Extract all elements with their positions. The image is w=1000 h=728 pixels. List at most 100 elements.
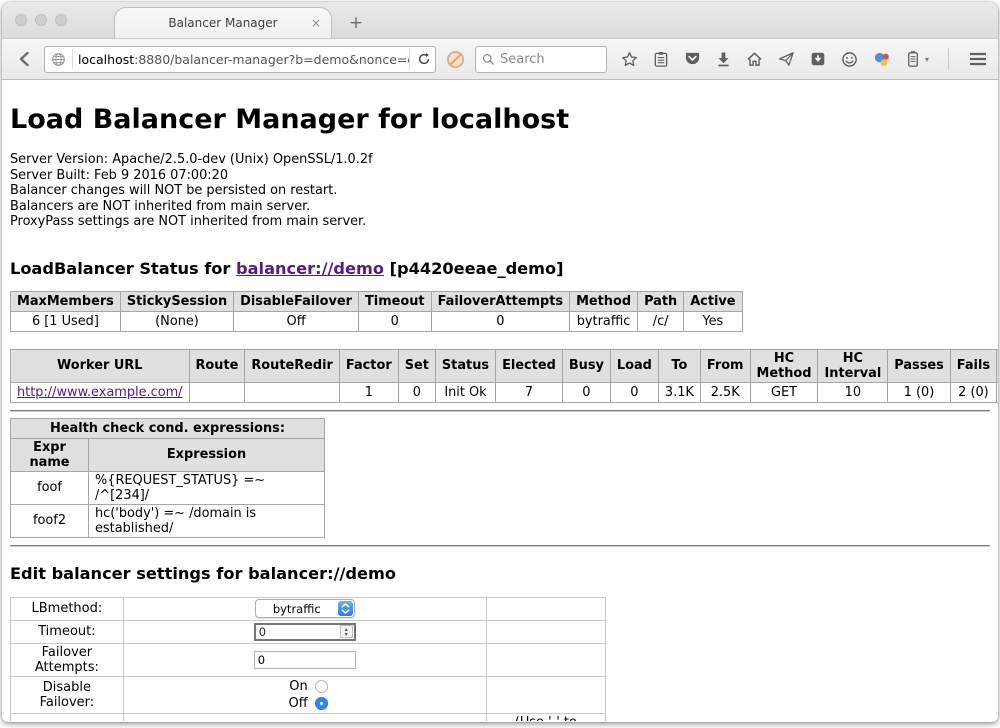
cell-active: Yes [684,311,742,331]
disable-failover-label: Disable Failover: [11,676,124,713]
status-heading-suffix: [p4420eeae_demo] [384,259,564,278]
new-tab-button[interactable]: + [344,13,368,33]
col-disablefailover: DisableFailover [234,291,359,311]
search-bar[interactable] [475,46,607,73]
cell-routeredir [245,382,340,402]
radio-on[interactable] [315,680,328,693]
worker-url-link[interactable]: http://www.example.com/ [17,385,183,400]
back-icon[interactable] [12,46,38,72]
timeout-input[interactable]: 0 ▴▾ [254,623,356,641]
col-fails: Fails [950,349,996,382]
tab-close-icon[interactable]: × [311,16,321,30]
balancer-link[interactable]: balancer://demo [236,259,384,278]
cell-factor: 1 [339,382,398,402]
cell-method: bytraffic [570,311,638,331]
color-dots-icon[interactable] [873,51,891,68]
menu-icon[interactable] [968,51,988,67]
lbmethod-selected-value: bytraffic [256,602,338,616]
dropdown-caret-icon[interactable]: ▾ [925,55,929,64]
close-window-button[interactable] [15,14,27,26]
reading-list-icon[interactable] [653,51,669,68]
divider [10,410,990,412]
col-routeredir: RouteRedir [245,349,340,382]
battery-icon[interactable] [906,50,920,68]
col-hc-interval: HC Interval [818,349,888,382]
health-table-title: Health check cond. expressions: [11,418,325,438]
send-tab-icon[interactable] [778,51,795,67]
col-elected: Elected [496,349,563,382]
search-input[interactable] [500,52,600,67]
bookmark-star-icon[interactable] [621,51,638,68]
table-header-row: Health check cond. expressions: [11,418,325,438]
balancer-status-table: MaxMembers StickySession DisableFailover… [10,291,743,332]
lbmethod-hint [486,597,605,620]
home-icon[interactable] [746,51,763,67]
cell-set: 0 [398,382,435,402]
failover-label: Failover Attempts: [11,643,124,676]
expression-cell: hc('body') =~ /domain is established/ [89,504,325,537]
inherit-note: Balancers are NOT inherited from main se… [10,199,990,215]
timeout-label: Timeout: [11,620,124,643]
server-version: Server Version: Apache/2.5.0-dev (Unix) … [10,152,990,168]
page-content: Load Balancer Manager for localhost Serv… [2,80,998,721]
timeout-value: 0 [256,625,340,639]
form-row-disable-failover: Disable Failover: On Off [11,676,606,713]
cell-timeout: 0 [358,311,431,331]
col-busy: Busy [562,349,610,382]
cell-busy: 0 [562,382,610,402]
failover-hint [486,643,605,676]
server-built: Server Built: Feb 9 2016 07:00:20 [10,168,990,184]
select-stepper-icon [338,601,353,616]
search-icon [482,53,495,66]
expr-name-cell: foof2 [11,504,89,537]
lbmethod-select[interactable]: bytraffic [255,599,355,618]
cell-hc-uri [997,382,998,402]
sticky-session-label: Sticky Session: [11,713,124,721]
col-expression: Expression [89,438,325,471]
server-info: Server Version: Apache/2.5.0-dev (Unix) … [10,152,990,230]
cell-passes: 1 (0) [888,382,951,402]
expression-cell: %{REQUEST_STATUS} =~ /^[234]/ [89,471,325,504]
window-controls[interactable] [15,14,67,26]
table-subheader-row: Expr name Expression [11,438,325,471]
form-row-failover: Failover Attempts: [11,643,606,676]
pocket-icon[interactable] [684,51,701,67]
form-row-lbmethod: LBmethod: bytraffic [11,597,606,620]
table-header-row: MaxMembers StickySession DisableFailover… [11,291,743,311]
on-label: On [282,679,308,694]
url-bar[interactable]: localhost:8880/balancer-manager?b=demo&n… [44,46,436,73]
failover-attempts-input[interactable] [254,651,356,669]
url-text[interactable]: localhost:8880/balancer-manager?b=demo&n… [78,52,409,67]
radio-off-row: Off [130,695,480,712]
cell-path: /c/ [638,311,684,331]
status-heading-prefix: LoadBalancer Status for [10,259,236,278]
radio-off-selected[interactable] [315,697,328,710]
feedback-smiley-icon[interactable] [841,51,858,68]
col-expr-name: Expr name [11,438,89,471]
browser-tab[interactable]: Balancer Manager × [114,7,332,38]
sticky-session-hint: (Use '-' to delete) [486,713,605,721]
table-row: http://www.example.com/ 1 0 Init Ok 7 0 … [11,382,999,402]
extension-download-icon[interactable] [810,51,826,67]
blocked-content-icon[interactable] [446,50,465,69]
cell-failoverattempts: 0 [431,311,569,331]
reload-icon[interactable] [409,49,431,69]
cell-load: 0 [610,382,658,402]
lbmethod-cell: bytraffic [123,597,486,620]
col-worker-url: Worker URL [11,349,190,382]
timeout-cell: 0 ▴▾ [123,620,486,643]
downloads-icon[interactable] [716,51,731,67]
number-stepper-icon[interactable]: ▴▾ [340,625,353,638]
cell-hc-method: GET [750,382,818,402]
url-host: localhost [78,52,134,67]
cell-elected: 7 [496,382,563,402]
zoom-window-button[interactable] [55,14,67,26]
col-active: Active [684,291,742,311]
navigation-toolbar: localhost:8880/balancer-manager?b=demo&n… [2,38,998,80]
col-hc-uri: HC uri [997,349,998,382]
table-row: foof %{REQUEST_STATUS} =~ /^[234]/ [11,471,325,504]
col-maxmembers: MaxMembers [11,291,121,311]
tab-title: Balancer Manager [168,16,277,30]
browser-window: Balancer Manager × + localhost:8880/bala… [2,2,998,722]
minimize-window-button[interactable] [35,14,47,26]
